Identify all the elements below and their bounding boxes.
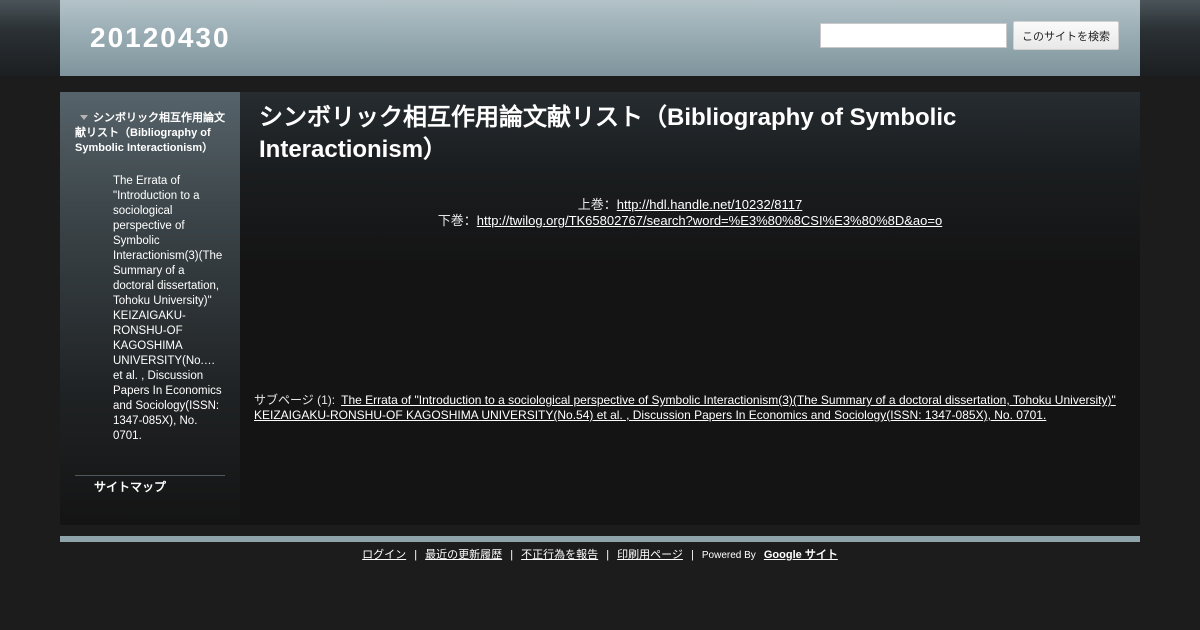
volume2-link[interactable]: http://twilog.org/TK65802767/search?word… (477, 213, 942, 228)
footer-separator: | (414, 549, 418, 561)
subpages-label: サブページ (1): (254, 393, 336, 407)
sidebar-item-errata[interactable]: The Errata of "Introduction to a sociolo… (113, 174, 225, 444)
site-header: 20120430 このサイトを検索 (60, 0, 1140, 76)
footer: ログイン | 最近の更新履歴 | 不正行為を報告 | 印刷用ページ | Powe… (0, 546, 1200, 562)
page-title: シンボリック相互作用論文献リスト（Bibliography of Symboli… (259, 104, 957, 163)
sidebar-item-sitemap[interactable]: サイトマップ (94, 478, 166, 495)
volume1-line: 上巻：http://hdl.handle.net/10232/8117 (240, 197, 1140, 213)
sidebar-divider (75, 475, 225, 476)
content-container: シンボリック相互作用論文献リスト（Bibliography of Symboli… (60, 92, 1140, 525)
report-abuse-link[interactable]: 不正行為を報告 (521, 549, 598, 561)
google-sites-link[interactable]: Google サイト (764, 549, 838, 561)
volume2-label: 下巻： (437, 213, 477, 228)
sidebar-item-label: シンボリック相互作用論文献リスト（Bibliography of Symboli… (75, 112, 225, 154)
subpages-section: サブページ (1): The Errata of "Introduction to… (254, 393, 1134, 423)
footer-separator: | (690, 549, 694, 561)
site-title[interactable]: 20120430 (90, 22, 231, 54)
volume1-label: 上巻： (577, 197, 617, 212)
search-input[interactable] (820, 23, 1007, 48)
triangle-down-icon[interactable] (80, 115, 88, 121)
footer-separator: | (606, 549, 610, 561)
footer-divider (60, 536, 1140, 542)
volume1-link[interactable]: http://hdl.handle.net/10232/8117 (617, 197, 803, 212)
powered-by-text: Powered By (701, 550, 756, 561)
search-button[interactable]: このサイトを検索 (1013, 21, 1119, 50)
footer-separator: | (510, 549, 514, 561)
main-content: シンボリック相互作用論文献リスト（Bibliography of Symboli… (240, 92, 1140, 525)
login-link[interactable]: ログイン (362, 549, 406, 561)
sidebar-item-bibliography[interactable]: シンボリック相互作用論文献リスト（Bibliography of Symboli… (75, 111, 225, 156)
sidebar: シンボリック相互作用論文献リスト（Bibliography of Symboli… (60, 92, 240, 525)
recent-activity-link[interactable]: 最近の更新履歴 (425, 549, 502, 561)
subpage-link[interactable]: The Errata of "Introduction to a sociolo… (254, 393, 1116, 422)
volume-links: 上巻：http://hdl.handle.net/10232/8117 下巻：h… (240, 197, 1140, 229)
volume2-line: 下巻：http://twilog.org/TK65802767/search?w… (240, 213, 1140, 229)
print-page-link[interactable]: 印刷用ページ (617, 549, 683, 561)
